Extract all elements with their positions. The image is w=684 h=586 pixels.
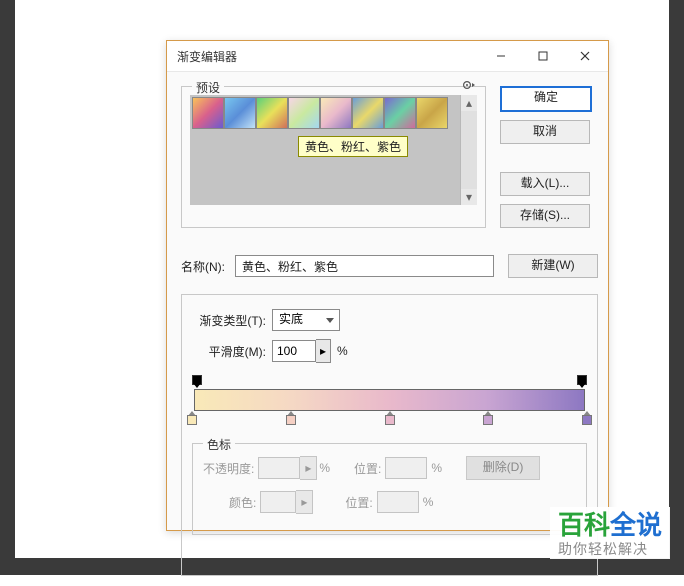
load-button[interactable]: 载入(L)... bbox=[500, 172, 590, 196]
gradient-ramp[interactable] bbox=[194, 389, 585, 411]
save-button[interactable]: 存储(S)... bbox=[500, 204, 590, 228]
opacity-stepper: ▸ bbox=[300, 456, 317, 480]
percent-label-4: % bbox=[423, 495, 434, 509]
name-label: 名称(N): bbox=[181, 258, 235, 275]
maximize-button[interactable] bbox=[522, 42, 564, 70]
titlebar[interactable]: 渐变编辑器 bbox=[167, 41, 608, 72]
preset-swatch[interactable] bbox=[352, 97, 384, 129]
watermark-text-1: 百科 bbox=[558, 510, 610, 540]
dialog-title: 渐变编辑器 bbox=[177, 48, 480, 65]
smoothness-label: 平滑度(M): bbox=[192, 343, 266, 360]
scroll-down-icon[interactable]: ▾ bbox=[461, 189, 477, 205]
position-label-2: 位置: bbox=[345, 494, 372, 511]
opacity-input bbox=[258, 457, 300, 479]
preset-swatch[interactable] bbox=[384, 97, 416, 129]
opacity-stop-end[interactable] bbox=[577, 375, 587, 387]
preset-swatch[interactable] bbox=[288, 97, 320, 129]
color-stop[interactable] bbox=[286, 411, 296, 425]
percent-label-1: % bbox=[337, 344, 348, 358]
position-label-1: 位置: bbox=[354, 460, 381, 477]
cancel-button[interactable]: 取消 bbox=[500, 120, 590, 144]
close-button[interactable] bbox=[564, 42, 606, 70]
gradient-group: 渐变类型(T): 实底 平滑度(M): ▸ % bbox=[181, 294, 598, 576]
color-field-label: 颜色: bbox=[229, 494, 256, 511]
presets-scrollbar[interactable]: ▴ ▾ bbox=[460, 95, 477, 205]
watermark-text-2: 全说 bbox=[610, 510, 662, 540]
preset-swatch[interactable] bbox=[320, 97, 352, 129]
smoothness-input[interactable] bbox=[272, 340, 316, 362]
presets-group: 预设 黄色、粉红、紫色 ▴ bbox=[181, 86, 486, 228]
scroll-up-icon[interactable]: ▴ bbox=[461, 95, 477, 111]
watermark-subtitle: 助你轻松解决 bbox=[558, 542, 662, 557]
type-value: 实底 bbox=[279, 312, 303, 326]
smoothness-stepper[interactable]: ▸ bbox=[316, 339, 331, 363]
percent-label-2: % bbox=[319, 461, 330, 475]
preset-swatch[interactable] bbox=[416, 97, 448, 129]
new-button[interactable]: 新建(W) bbox=[508, 254, 598, 278]
preset-swatch[interactable] bbox=[224, 97, 256, 129]
opacity-field-label: 不透明度: bbox=[203, 460, 254, 477]
name-input[interactable] bbox=[235, 255, 494, 277]
color-position-input bbox=[377, 491, 419, 513]
opacity-position-input bbox=[385, 457, 427, 479]
watermark: 百科全说 助你轻松解决 bbox=[550, 507, 670, 559]
presets-list[interactable]: 黄色、粉红、紫色 ▴ ▾ bbox=[190, 95, 477, 205]
minimize-button[interactable] bbox=[480, 42, 522, 70]
color-stop[interactable] bbox=[483, 411, 493, 425]
ok-button[interactable]: 确定 bbox=[500, 86, 592, 112]
opacity-stop-start[interactable] bbox=[192, 375, 202, 387]
type-label: 渐变类型(T): bbox=[192, 312, 266, 329]
delete-button: 删除(D) bbox=[466, 456, 540, 480]
color-stop[interactable] bbox=[582, 411, 592, 425]
color-stop[interactable] bbox=[385, 411, 395, 425]
percent-label-3: % bbox=[431, 461, 442, 475]
type-select[interactable]: 实底 bbox=[272, 309, 340, 331]
presets-menu-button[interactable] bbox=[459, 77, 479, 93]
preset-swatch[interactable] bbox=[192, 97, 224, 129]
gradient-editor-dialog: 渐变编辑器 预设 bbox=[166, 40, 609, 531]
scroll-track[interactable] bbox=[461, 111, 477, 189]
color-stop[interactable] bbox=[187, 411, 197, 425]
stops-label: 色标 bbox=[203, 436, 235, 453]
color-picker-button: ▸ bbox=[296, 490, 313, 514]
preset-swatch[interactable] bbox=[256, 97, 288, 129]
gradient-ramp-area[interactable] bbox=[192, 375, 587, 431]
stops-group: 色标 不透明度: ▸ % 位置: % 删除(D) 颜色: bbox=[192, 443, 587, 535]
presets-label: 预设 bbox=[192, 79, 224, 96]
preset-tooltip: 黄色、粉红、紫色 bbox=[298, 136, 408, 157]
color-well bbox=[260, 491, 296, 513]
